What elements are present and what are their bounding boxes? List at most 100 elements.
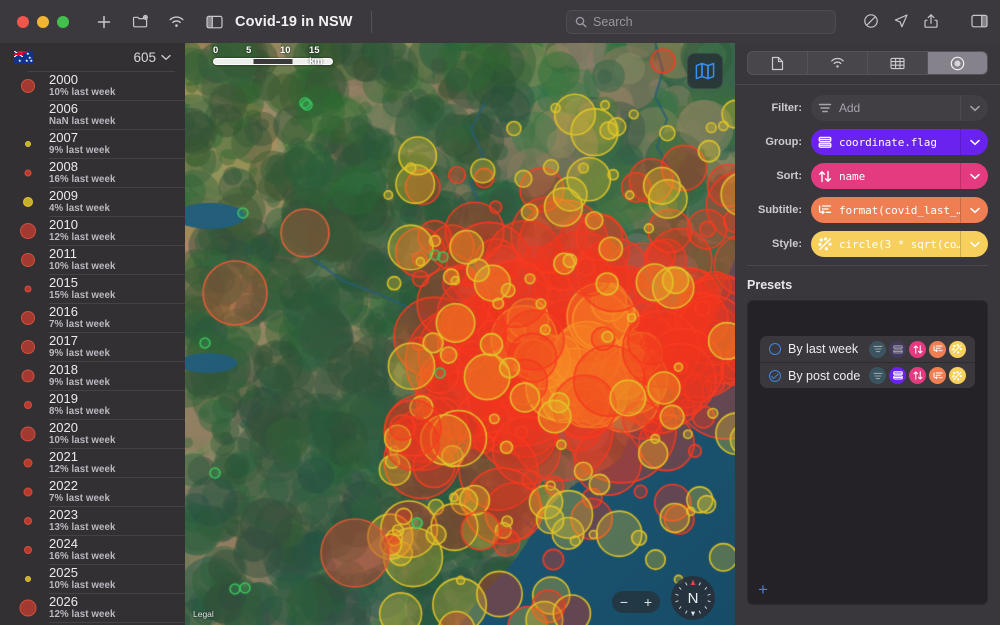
inspector-tab-table[interactable] xyxy=(868,52,928,74)
sidebar-item-2010[interactable]: 2010 12% last week xyxy=(0,217,185,245)
inspector-field-pill[interactable]: name xyxy=(811,163,988,189)
sidebar-toggle-icon[interactable] xyxy=(201,9,227,35)
no-entry-icon[interactable] xyxy=(858,8,884,34)
inspector-toggle-icon[interactable] xyxy=(966,8,992,34)
preset-row[interactable]: By last week xyxy=(760,336,975,362)
inspector-field-value: circle(3 * sqrt(co…) xyxy=(839,237,960,251)
sidebar-item-2006[interactable]: 2006 NaN last week xyxy=(0,101,185,129)
preset-chip-subtitle[interactable] xyxy=(929,367,946,384)
sidebar-item-2026[interactable]: 2026 12% last week xyxy=(0,594,185,622)
sidebar-item-2019[interactable]: 2019 8% last week xyxy=(0,391,185,419)
preset-radio[interactable] xyxy=(769,343,781,355)
sidebar-item-label: 2016 xyxy=(49,304,78,319)
target-icon xyxy=(950,56,965,71)
map-canvas[interactable] xyxy=(185,43,735,625)
preset-chips xyxy=(869,340,966,358)
inspector-tab-broadcast[interactable] xyxy=(808,52,868,74)
sidebar-item-label: 2020 xyxy=(49,420,78,435)
search-field[interactable]: Search xyxy=(566,10,836,34)
zoom-out-button[interactable]: − xyxy=(620,594,628,610)
sidebar-item-2018[interactable]: 2018 9% last week xyxy=(0,362,185,390)
sidebar-item-2020[interactable]: 2020 10% last week xyxy=(0,420,185,448)
map-type-button[interactable] xyxy=(687,53,723,89)
new-folder-icon[interactable] xyxy=(127,9,153,35)
inspector-field-pill[interactable]: coordinate.flag xyxy=(811,129,988,155)
filter-icon xyxy=(811,102,839,114)
zoom-in-button[interactable]: + xyxy=(644,594,652,610)
sidebar-item-2015[interactable]: 2015 15% last week xyxy=(0,275,185,303)
sidebar-item-subtitle: 10% last week xyxy=(49,87,116,98)
close-button[interactable] xyxy=(17,15,29,28)
inspector-field-value: coordinate.flag xyxy=(839,135,937,149)
minimize-button[interactable] xyxy=(37,15,49,28)
chevron-down-icon xyxy=(161,54,171,61)
inspector-tab-bar[interactable] xyxy=(747,51,988,75)
style-icon xyxy=(811,237,839,251)
preset-chip-sort[interactable] xyxy=(909,367,926,384)
preset-chip-filter[interactable] xyxy=(869,340,886,358)
sidebar-count-value: 605 xyxy=(133,49,156,65)
sidebar-item-subtitle: 10% last week xyxy=(49,435,116,446)
map-legal-link[interactable]: Legal xyxy=(193,609,214,619)
sidebar-item-subtitle: 7% last week xyxy=(49,319,110,330)
sidebar-item-2024[interactable]: 2024 16% last week xyxy=(0,536,185,564)
chevron-down-icon[interactable] xyxy=(960,231,988,257)
sidebar-item-subtitle: 15% last week xyxy=(49,290,116,301)
sidebar-item-2023[interactable]: 2023 13% last week xyxy=(0,507,185,535)
chevron-down-icon[interactable] xyxy=(960,129,988,155)
sidebar-item-2016[interactable]: 2016 7% last week xyxy=(0,304,185,332)
presets-list[interactable]: By last week By post code xyxy=(760,336,975,388)
app-window: Covid-19 in NSW Search ★ ★ ★ ★ ★ 605 200… xyxy=(0,0,1000,625)
sidebar-item-2025[interactable]: 2025 10% last week xyxy=(0,565,185,593)
preset-chip-sort[interactable] xyxy=(909,340,926,358)
plus-icon[interactable] xyxy=(91,9,117,35)
preset-chip-filter[interactable] xyxy=(869,367,886,384)
sidebar-item-2011[interactable]: 2011 10% last week xyxy=(0,246,185,274)
sidebar-item-marker xyxy=(23,487,33,497)
document-title: Covid-19 in NSW xyxy=(235,13,353,30)
sidebar-item-2017[interactable]: 2017 9% last week xyxy=(0,333,185,361)
inspector-field-pill[interactable]: format(covid_last_…) xyxy=(811,197,988,223)
preset-row[interactable]: By post code xyxy=(760,362,975,388)
inspector-field-pill[interactable]: circle(3 * sqrt(co…) xyxy=(811,231,988,257)
add-preset-button[interactable]: + xyxy=(758,581,768,598)
sidebar-item-marker xyxy=(24,401,32,409)
preset-chip-group[interactable] xyxy=(889,340,906,358)
map-compass[interactable]: N xyxy=(671,576,715,620)
search-placeholder: Search xyxy=(593,15,633,29)
inspector-tab-document[interactable] xyxy=(748,52,808,74)
sidebar-item-2007[interactable]: 2007 9% last week xyxy=(0,130,185,158)
sidebar-list[interactable]: 2000 10% last week 2006 NaN last week 2007 9%… xyxy=(0,72,185,625)
chevron-down-icon[interactable] xyxy=(960,95,988,121)
preset-chip-style[interactable] xyxy=(949,340,966,358)
inspector-field-pill[interactable]: Add xyxy=(811,95,988,121)
sidebar-item-marker xyxy=(20,223,36,239)
chevron-down-icon[interactable] xyxy=(960,197,988,223)
broadcast-icon[interactable] xyxy=(163,9,189,35)
inspector-field-value: format(covid_last_…) xyxy=(839,203,960,217)
sidebar-item-2022[interactable]: 2022 7% last week xyxy=(0,478,185,506)
chevron-down-icon[interactable] xyxy=(960,163,988,189)
scale-label: 5 xyxy=(246,45,252,56)
location-arrow-icon[interactable] xyxy=(888,8,914,34)
preset-chip-style[interactable] xyxy=(949,367,966,384)
search-icon xyxy=(575,16,587,28)
inspector-tab-target[interactable] xyxy=(928,52,987,74)
map-view[interactable]: 0 5 10 15 km Legal − + N xyxy=(185,43,735,625)
preset-chip-subtitle[interactable] xyxy=(929,340,946,358)
sidebar-item-2009[interactable]: 2009 4% last week xyxy=(0,188,185,216)
sidebar-count[interactable]: 605 xyxy=(133,50,171,65)
preset-radio[interactable] xyxy=(769,369,781,382)
sidebar-item-2008[interactable]: 2008 16% last week xyxy=(0,159,185,187)
document-icon xyxy=(771,56,784,71)
map-zoom-controls[interactable]: − + xyxy=(612,591,660,613)
sidebar-item-2021[interactable]: 2021 12% last week xyxy=(0,449,185,477)
inspector-row-style: Style: circle(3 * sqrt(co…) xyxy=(747,231,988,257)
map-icon xyxy=(695,62,715,80)
zoom-button[interactable] xyxy=(57,15,69,28)
share-icon[interactable] xyxy=(918,8,944,34)
sidebar-item-subtitle: 12% last week xyxy=(49,464,116,475)
sidebar-item-label: 2025 xyxy=(49,565,78,580)
preset-chip-group[interactable] xyxy=(889,367,906,384)
sidebar-item-2000[interactable]: 2000 10% last week xyxy=(0,72,185,100)
